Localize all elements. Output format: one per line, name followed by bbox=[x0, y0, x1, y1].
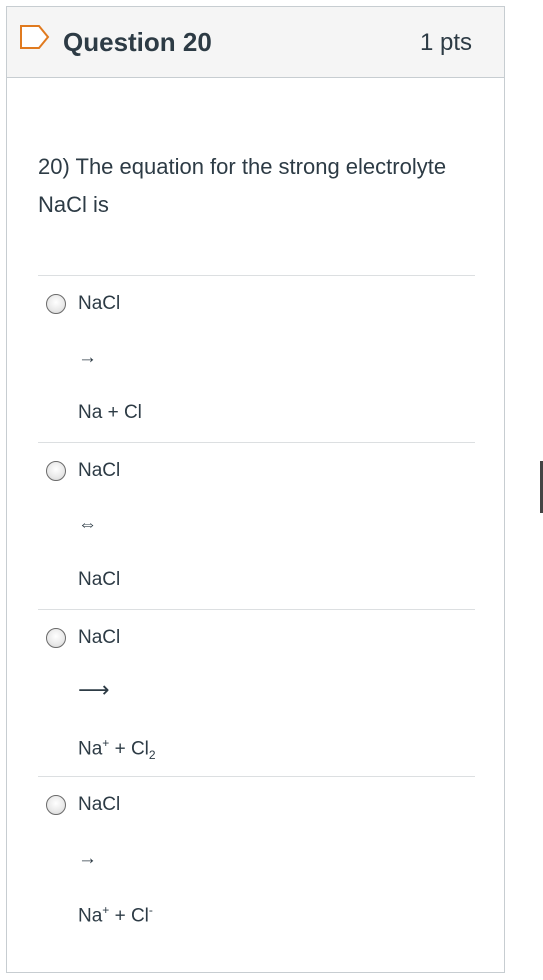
answer-arrow: ⟶ bbox=[78, 677, 110, 702]
radio-button-icon[interactable] bbox=[46, 795, 66, 815]
answer-reactant: NaCl bbox=[78, 293, 121, 314]
product-subscript: 2 bbox=[148, 748, 156, 763]
answer-list: NaCl → Na + Cl NaCl ⇔ NaCl NaCl ⟶ Na+ + … bbox=[38, 275, 475, 943]
product-superscript-2: - bbox=[148, 903, 153, 917]
bookmark-flag-icon[interactable] bbox=[19, 24, 51, 50]
answer-option-4[interactable]: NaCl → Na+ + Cl- bbox=[38, 776, 475, 943]
question-header: Question 20 1 pts bbox=[7, 7, 504, 78]
radio-button-icon[interactable] bbox=[46, 294, 66, 314]
answer-option-2[interactable]: NaCl ⇔ NaCl bbox=[38, 442, 475, 609]
answer-product: Na + Cl bbox=[78, 402, 142, 424]
answer-reactant: NaCl bbox=[78, 627, 121, 648]
product-middle: + Cl bbox=[109, 738, 149, 760]
radio-button-icon[interactable] bbox=[46, 461, 66, 481]
question-points: 1 pts bbox=[419, 29, 472, 56]
answer-arrow: → bbox=[78, 848, 97, 869]
question-card: Question 20 1 pts 20) The equation for t… bbox=[6, 6, 505, 973]
radio-button-icon[interactable] bbox=[46, 628, 66, 648]
answer-arrow: → bbox=[78, 347, 97, 368]
answer-option-1[interactable]: NaCl → Na + Cl bbox=[38, 275, 475, 442]
question-text: 20) The equation for the strong electrol… bbox=[38, 154, 447, 217]
answer-product: Na+ + Cl- bbox=[78, 903, 153, 927]
product-middle: + Cl bbox=[109, 905, 149, 927]
product-main: Na bbox=[78, 738, 103, 760]
answer-product: NaCl bbox=[78, 569, 120, 591]
product-main: NaCl bbox=[78, 569, 121, 590]
answer-reactant: NaCl bbox=[78, 460, 121, 481]
answer-product: Na+ + Cl2 bbox=[78, 736, 156, 762]
answer-reactant: NaCl bbox=[78, 794, 121, 815]
question-title: Question 20 bbox=[63, 27, 212, 57]
product-main: Na bbox=[78, 905, 103, 927]
answer-arrow: ⇔ bbox=[78, 514, 97, 535]
product-main: Na + Cl bbox=[78, 402, 142, 423]
answer-option-3[interactable]: NaCl ⟶ Na+ + Cl2 bbox=[38, 609, 475, 776]
